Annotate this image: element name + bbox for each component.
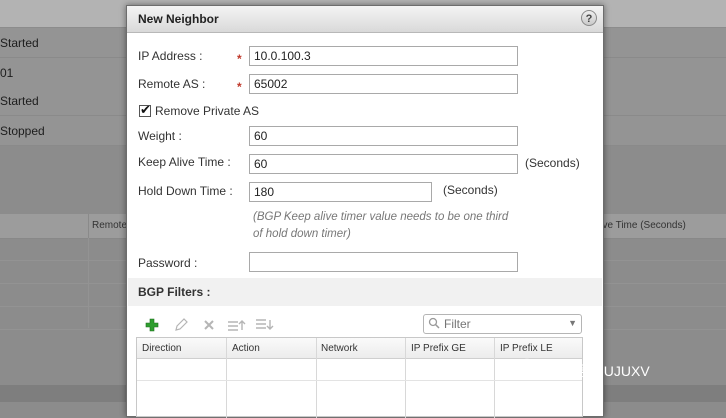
hold-down-label: Hold Down Time : [138, 184, 233, 198]
table-row [137, 380, 582, 381]
dialog-title: New Neighbor [138, 12, 219, 26]
add-icon[interactable] [144, 318, 160, 332]
remove-private-as-label: Remove Private AS [155, 104, 260, 118]
edit-icon[interactable] [173, 318, 189, 332]
filter-box: ▼ [423, 314, 582, 334]
move-down-icon[interactable] [255, 318, 275, 332]
required-marker: * [237, 52, 242, 66]
weight-field[interactable] [249, 126, 518, 146]
status-text: 01 [0, 66, 14, 80]
column-header-ip-prefix-ge[interactable]: IP Prefix GE [411, 343, 466, 354]
delete-icon[interactable] [201, 318, 217, 332]
filter-input[interactable] [444, 316, 562, 332]
password-label: Password : [138, 256, 198, 270]
column-header-network[interactable]: Network [321, 343, 358, 354]
wechat-logo-icon [518, 358, 542, 377]
new-neighbor-dialog: New Neighbor ? IP Address : * Remote AS … [126, 5, 604, 418]
checkmark-icon: ✔ [140, 102, 151, 117]
weight-label: Weight : [138, 129, 182, 143]
bgp-filters-section: BGP Filters : [128, 278, 602, 306]
column-header: live Time (Seconds) [598, 220, 686, 231]
password-field[interactable] [249, 252, 518, 272]
move-up-icon[interactable] [227, 318, 247, 332]
keep-alive-field[interactable] [249, 154, 518, 174]
bgp-filters-table: Direction Action Network IP Prefix GE IP… [136, 337, 583, 418]
required-marker: * [237, 80, 242, 94]
search-icon [428, 317, 440, 332]
watermark-text: 微信号: JUJUXV [547, 363, 650, 379]
hold-down-unit: (Seconds) [443, 183, 498, 197]
column-header: Remote [92, 220, 128, 231]
ip-address-field[interactable] [249, 46, 518, 66]
column-header-action[interactable]: Action [232, 343, 260, 354]
dialog-title-bar: New Neighbor ? [127, 6, 603, 33]
remote-as-field[interactable] [249, 74, 518, 94]
hold-down-field[interactable] [249, 182, 432, 202]
help-icon[interactable]: ? [581, 10, 597, 26]
remote-as-label: Remote AS : [138, 77, 206, 91]
keep-alive-hint: (BGP Keep alive timer value needs to be … [253, 211, 509, 240]
status-text: Started [0, 36, 39, 50]
table-header: Direction Action Network IP Prefix GE IP… [137, 338, 582, 359]
keep-alive-unit: (Seconds) [525, 156, 580, 170]
keep-alive-label: Keep Alive Time : [138, 155, 231, 169]
status-text: Started [0, 94, 39, 108]
status-text: Stopped [0, 124, 45, 138]
column-header-direction[interactable]: Direction [142, 343, 181, 354]
column-header-ip-prefix-le[interactable]: IP Prefix LE [500, 343, 553, 354]
chevron-down-icon[interactable]: ▼ [568, 318, 577, 328]
ip-address-label: IP Address : [138, 49, 203, 63]
remove-private-as-checkbox[interactable]: ✔ [139, 102, 151, 117]
bgp-filters-title: BGP Filters : [138, 285, 211, 299]
